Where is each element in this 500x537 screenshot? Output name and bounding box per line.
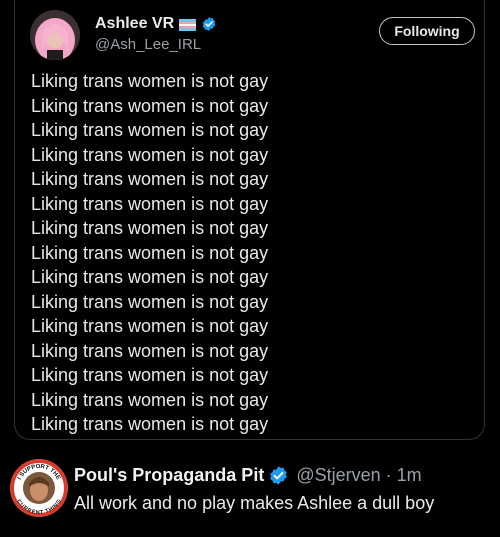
tweet-line: Liking trans women is not gay [31, 340, 269, 361]
author-display-name[interactable]: Ashlee VR [95, 15, 174, 33]
tweet-line: Liking trans women is not gay [31, 71, 269, 91]
separator-dot: · [385, 465, 392, 485]
tweet-line: Liking trans women is not gay [31, 242, 269, 263]
tweet-line: Liking trans women is not gay [31, 316, 269, 336]
tweet-line: Liking trans women is not gay [31, 365, 269, 385]
reply-avatar-image: I SUPPORT THE CURRENT THING [10, 459, 68, 517]
reply-text: All work and no play makes Ashlee a dull… [74, 493, 435, 513]
tweet-line: Liking trans women is not gay [31, 414, 269, 434]
reply-header: Poul's Propaganda Pit @Stjerven · 1m [74, 465, 422, 486]
tweet-line: Liking trans women is not gay [31, 389, 269, 410]
tweet-line: Liking trans women is not gay [31, 120, 269, 140]
trans-flag-icon [179, 18, 197, 31]
tweet-line: Liking trans women is not gay [31, 95, 269, 116]
reply-handle[interactable]: @Stjerven [296, 465, 380, 486]
tweet-text: Liking trans women is not gay Liking tra… [31, 69, 471, 437]
tweet-line: Liking trans women is not gay [31, 291, 269, 312]
verified-badge-icon[interactable] [268, 465, 289, 486]
author-avatar[interactable] [30, 10, 80, 60]
author-name-row: Ashlee VR [95, 15, 217, 33]
author-handle[interactable]: @Ash_Lee_IRL [95, 36, 201, 53]
tweet-line: Liking trans women is not gay [31, 218, 269, 238]
reply-display-name[interactable]: Poul's Propaganda Pit [74, 465, 264, 486]
reply-avatar[interactable]: I SUPPORT THE CURRENT THING [10, 459, 68, 517]
tweet-line: Liking trans women is not gay [31, 267, 269, 287]
tweet-line: Liking trans women is not gay [31, 193, 269, 214]
author-avatar-image [30, 10, 80, 60]
following-button[interactable]: Following [379, 17, 475, 45]
reply-timestamp[interactable]: 1m [397, 465, 422, 486]
tweet-line: Liking trans women is not gay [31, 144, 269, 165]
verified-badge-icon[interactable] [201, 16, 217, 32]
tweet-line: Liking trans women is not gay [31, 169, 269, 189]
